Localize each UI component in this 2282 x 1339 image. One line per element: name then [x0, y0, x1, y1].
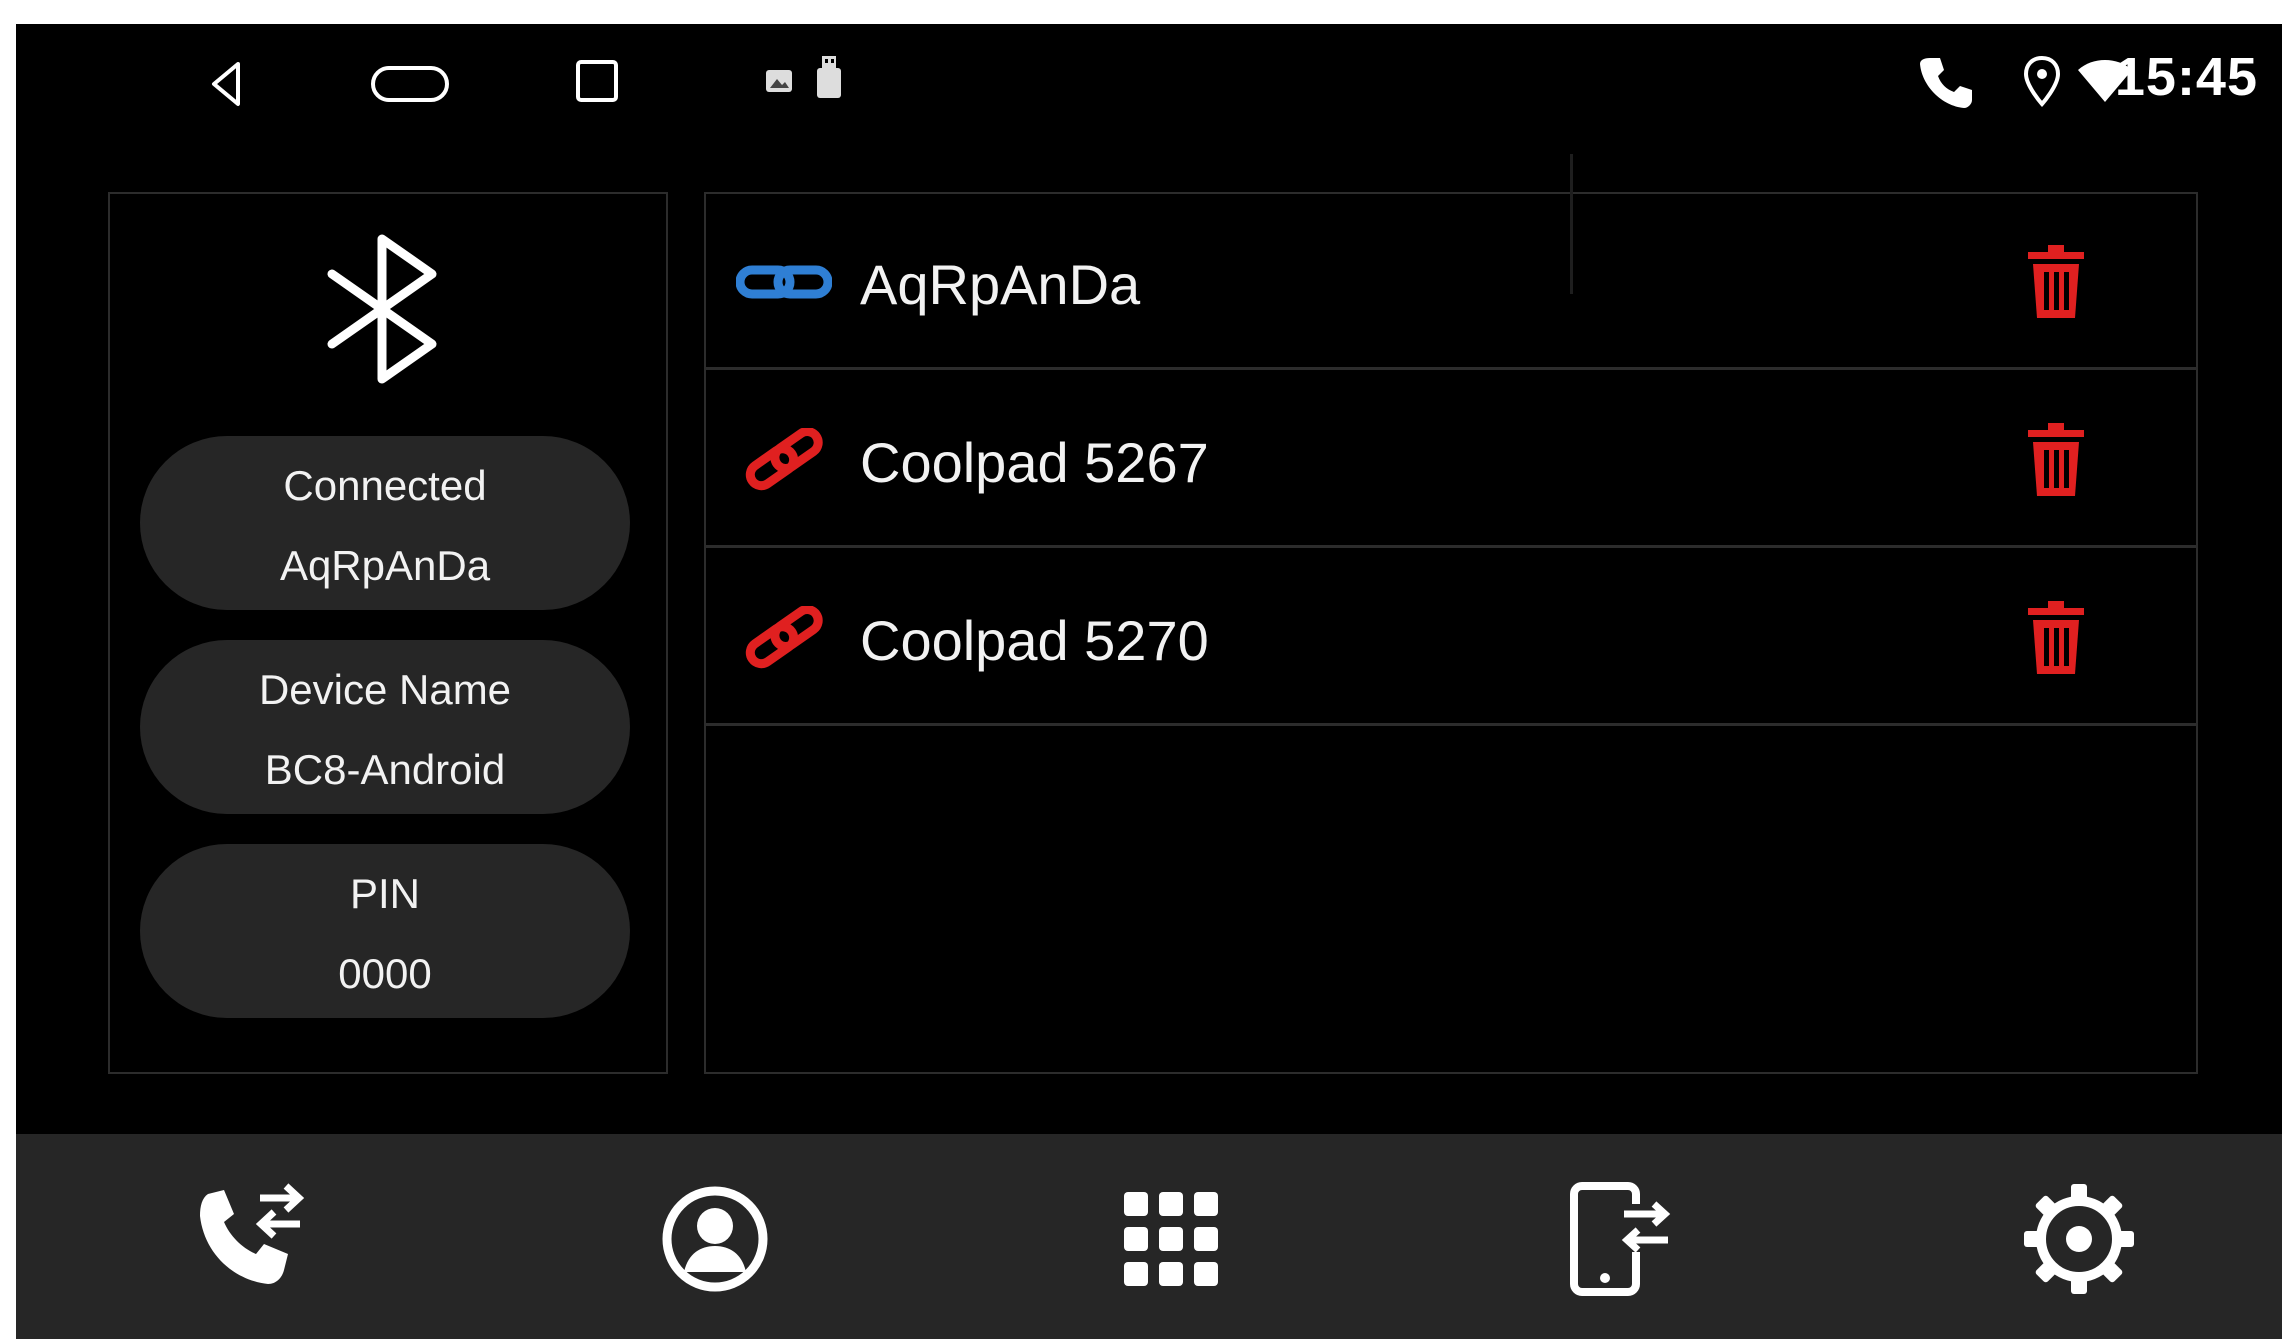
- pin-pill[interactable]: PIN 0000: [140, 844, 630, 1018]
- settings-icon[interactable]: [2014, 1174, 2144, 1304]
- disconnected-link-icon: [745, 428, 823, 491]
- paired-device-list: AqRpAnDa Coolpad 5267 Coolpad 5270: [704, 192, 2198, 1074]
- back-icon[interactable]: [196, 54, 256, 114]
- device-name-label: Device Name: [258, 666, 512, 713]
- image-icon: [766, 70, 792, 92]
- connected-status-pill: Connected AqRpAnDa: [140, 436, 630, 610]
- phone-transfer-icon[interactable]: [1554, 1174, 1684, 1304]
- clock: 15:45: [2114, 47, 2258, 107]
- connected-label: Connected: [283, 462, 487, 509]
- divider: [1570, 154, 1573, 294]
- usb-icon: [817, 56, 841, 98]
- bottom-nav-bar: [16, 1134, 2282, 1339]
- delete-icon[interactable]: [2024, 598, 2088, 678]
- connected-link-icon: [736, 265, 832, 299]
- device-row[interactable]: Coolpad 5270: [706, 550, 2196, 726]
- contacts-icon[interactable]: [650, 1174, 780, 1304]
- status-bar: 15:45: [16, 24, 2282, 134]
- device-name-value: BC8-Android: [264, 746, 506, 793]
- device-row[interactable]: AqRpAnDa: [706, 194, 2196, 370]
- dialpad-icon[interactable]: [1106, 1174, 1236, 1304]
- disconnected-link-icon: [745, 606, 823, 669]
- bluetooth-info-panel: Connected AqRpAnDa Device Name BC8-Andro…: [108, 192, 668, 1074]
- location-icon: [2023, 55, 2061, 108]
- pin-label: PIN: [349, 870, 420, 917]
- delete-icon[interactable]: [2024, 242, 2088, 322]
- car-head-unit-screen: 15:45 Connected AqRpAnDa Device Name BC8…: [16, 24, 2282, 1339]
- device-name: AqRpAnDa: [860, 253, 1141, 316]
- pin-value: 0000: [338, 950, 432, 997]
- call-transfer-icon[interactable]: [186, 1174, 316, 1304]
- device-name: Coolpad 5270: [860, 609, 1209, 672]
- device-name-pill[interactable]: Device Name BC8-Android: [140, 640, 630, 814]
- recents-icon[interactable]: [572, 56, 622, 106]
- home-icon[interactable]: [370, 62, 450, 106]
- delete-icon[interactable]: [2024, 420, 2088, 500]
- device-name: Coolpad 5267: [860, 431, 1209, 494]
- connected-device-value: AqRpAnDa: [279, 542, 491, 589]
- phone-icon: [1920, 58, 1972, 108]
- device-row[interactable]: Coolpad 5267: [706, 372, 2196, 548]
- bluetooth-icon: [327, 234, 437, 384]
